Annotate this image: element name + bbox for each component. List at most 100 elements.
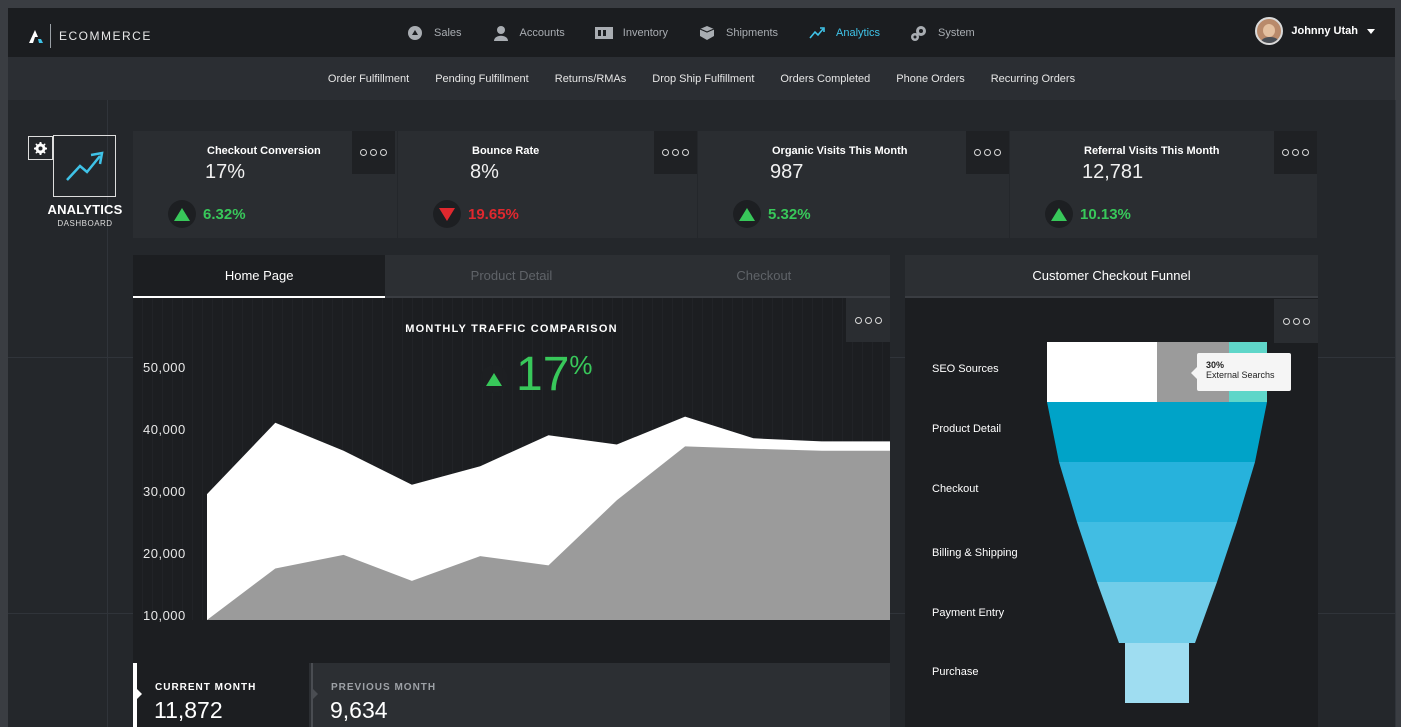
- nav-item-sales[interactable]: Sales: [406, 25, 462, 41]
- nav-label: Inventory: [622, 26, 669, 39]
- previous-month-label: PREVIOUS MONTH: [331, 682, 437, 693]
- subnav-drop-ship-fulfillment[interactable]: Drop Ship Fulfillment: [639, 73, 767, 85]
- funnel-tooltip: 30% External Searchs: [1191, 353, 1291, 391]
- avatar: [1255, 17, 1284, 45]
- inventory-icon: [594, 25, 613, 41]
- checkout-funnel-panel: Customer Checkout Funnel SEO Sources Pro…: [905, 255, 1318, 727]
- funnel-segment-seo-direct: [1047, 342, 1157, 402]
- funnel-segment-product-detail: [1047, 402, 1267, 462]
- kpi-change: 19.65%: [433, 200, 519, 228]
- system-icon: [910, 25, 928, 41]
- traffic-percent: 17 %: [480, 350, 593, 400]
- kpi-change: 10.13%: [1045, 200, 1131, 228]
- kpi-change-value: 5.32%: [768, 205, 811, 223]
- sub-navigation: Order Fulfillment Pending Fulfillment Re…: [8, 57, 1395, 100]
- kpi-change-value: 6.32%: [203, 205, 246, 223]
- brand-logo-icon: [29, 30, 43, 43]
- trending-up-icon: [65, 151, 104, 181]
- kpi-value: 8%: [470, 161, 499, 183]
- y-tick-label: 50,000: [143, 360, 186, 375]
- nav-label: System: [938, 26, 975, 39]
- y-tick-label: 40,000: [143, 422, 186, 437]
- trend-up-icon: [733, 200, 761, 228]
- user-menu[interactable]: Johnny Utah: [1255, 17, 1375, 45]
- tooltip-label: External Searchs: [1206, 370, 1275, 380]
- traffic-chart-svg: [207, 416, 890, 620]
- kpi-card-bounce-rate: Bounce Rate 8% 19.65%: [398, 131, 698, 238]
- current-month-label: CURRENT MONTH: [155, 682, 257, 693]
- nav-item-shipments[interactable]: Shipments: [698, 25, 778, 41]
- chart-title: MONTHLY TRAFFIC COMPARISON: [405, 323, 618, 335]
- kpi-value: 17%: [205, 161, 246, 183]
- gear-icon: [34, 141, 47, 155]
- kpi-card-checkout-conversion: Checkout Conversion 17% 6.32%: [133, 131, 398, 238]
- more-icon: [360, 149, 387, 156]
- shipments-icon: [698, 25, 716, 41]
- kpi-title: Organic Visits This Month: [772, 145, 908, 157]
- kpi-title: Bounce Rate: [472, 145, 540, 157]
- subnav-recurring-orders[interactable]: Recurring Orders: [978, 73, 1088, 85]
- analytics-icon: [808, 25, 826, 41]
- dashboard-title: ANALYTICS: [47, 202, 123, 217]
- current-month-value: 11,872: [154, 697, 223, 723]
- nav-item-inventory[interactable]: Inventory: [594, 25, 669, 41]
- brand[interactable]: ECOMMERCE: [28, 24, 152, 48]
- window-frame-left: [0, 0, 8, 727]
- chevron-right-icon: [311, 687, 318, 701]
- kpi-card-referral-visits: Referral Visits This Month 12,781 10.13%: [1010, 131, 1318, 238]
- nav-item-system[interactable]: System: [910, 25, 975, 41]
- tab-home-page[interactable]: Home Page: [133, 255, 386, 298]
- settings-button[interactable]: [28, 136, 53, 160]
- tab-checkout[interactable]: Checkout: [637, 255, 890, 298]
- subnav-phone-orders[interactable]: Phone Orders: [883, 73, 977, 85]
- sales-icon: [406, 25, 424, 41]
- more-icon: [662, 149, 689, 156]
- funnel-segment-billing-shipping: [1077, 522, 1237, 582]
- accounts-icon: [492, 25, 510, 41]
- trend-down-icon: [433, 200, 461, 228]
- chart-menu-button[interactable]: [846, 298, 890, 342]
- trend-up-icon: [1045, 200, 1073, 228]
- kpi-change-value: 19.65%: [468, 205, 519, 223]
- kpi-value: 987: [770, 161, 804, 183]
- nav-item-analytics[interactable]: Analytics: [808, 25, 880, 41]
- trend-up-icon: [480, 365, 508, 393]
- y-tick-label: 10,000: [143, 608, 186, 623]
- subnav-returns-rmas[interactable]: Returns/RMAs: [542, 73, 640, 85]
- kpi-menu-button[interactable]: [966, 131, 1009, 174]
- brand-name: ECOMMERCE: [59, 29, 152, 43]
- traffic-chart: MONTHLY TRAFFIC COMPARISON 17 % 50,000 4…: [133, 298, 890, 623]
- more-icon: [974, 149, 1001, 156]
- y-tick-label: 20,000: [143, 546, 186, 561]
- page-tabs: Home Page Product Detail Checkout: [133, 255, 890, 298]
- kpi-menu-button[interactable]: [654, 131, 697, 174]
- nav-item-accounts[interactable]: Accounts: [492, 25, 565, 41]
- kpi-row: Checkout Conversion 17% 6.32% Bounce Rat…: [133, 131, 1318, 238]
- current-month-card[interactable]: CURRENT MONTH 11,872: [133, 663, 309, 727]
- kpi-title: Referral Visits This Month: [1084, 145, 1220, 157]
- grid-line: [1395, 100, 1396, 727]
- trend-up-icon: [168, 200, 196, 228]
- kpi-change: 5.32%: [733, 200, 811, 228]
- kpi-menu-button[interactable]: [352, 131, 395, 174]
- chevron-right-icon: [135, 687, 142, 701]
- kpi-menu-button[interactable]: [1274, 131, 1317, 174]
- dashboard-logo: [53, 135, 116, 197]
- traffic-percent-value: 17: [516, 348, 570, 401]
- more-icon: [1282, 149, 1309, 156]
- nav-label: Analytics: [836, 26, 881, 39]
- previous-month-card[interactable]: PREVIOUS MONTH 9,634: [311, 663, 511, 727]
- kpi-change-value: 10.13%: [1080, 205, 1131, 223]
- subnav-pending-fulfillment[interactable]: Pending Fulfillment: [422, 73, 542, 85]
- tooltip-percent: 30%: [1206, 360, 1225, 370]
- subnav-orders-completed[interactable]: Orders Completed: [767, 73, 883, 85]
- brand-divider: [50, 24, 51, 48]
- user-name: Johnny Utah: [1291, 25, 1358, 37]
- subnav-order-fulfillment[interactable]: Order Fulfillment: [315, 73, 422, 85]
- tab-product-detail[interactable]: Product Detail: [385, 255, 638, 298]
- kpi-card-organic-visits: Organic Visits This Month 987 5.32%: [698, 131, 1010, 238]
- nav-label: Sales: [434, 26, 462, 39]
- traffic-percent-symbol: %: [569, 350, 593, 380]
- month-comparison: CURRENT MONTH 11,872 PREVIOUS MONTH 9,63…: [133, 663, 890, 727]
- traffic-panel: Home Page Product Detail Checkout MONTHL…: [133, 255, 890, 727]
